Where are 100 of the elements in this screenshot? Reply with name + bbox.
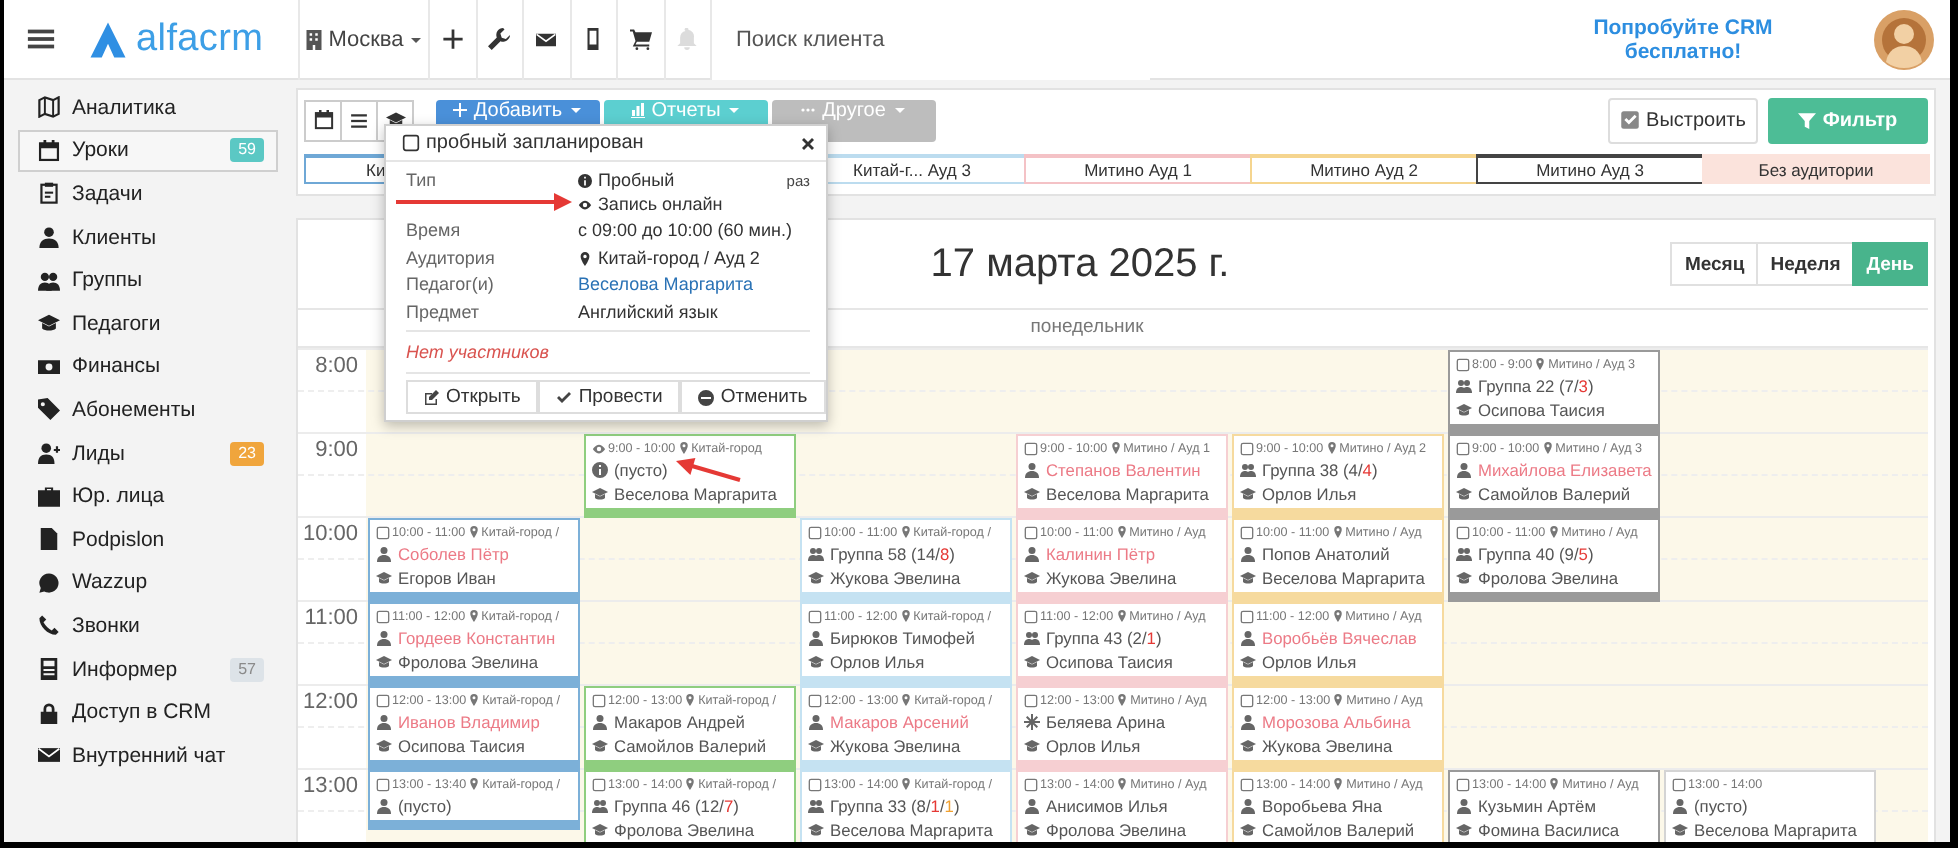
field-label: Время [406, 220, 461, 243]
checkbox[interactable] [402, 134, 420, 152]
student-name: (пусто) [614, 460, 668, 480]
close-button[interactable] [800, 135, 816, 151]
graduation-cap-icon [808, 822, 824, 838]
student-name: Калинин Пётр [1046, 544, 1156, 564]
teacher-name: Жукова Эвелина [1262, 736, 1393, 756]
lock-icon [38, 701, 60, 724]
view-tab[interactable]: Неделя [1756, 242, 1855, 286]
calendar-view-button[interactable] [304, 99, 342, 141]
pin-icon [1116, 778, 1129, 790]
graduation-cap-icon [592, 822, 608, 838]
info-icon [578, 174, 592, 189]
sidebar-item[interactable]: Внутренний чат [8, 733, 278, 777]
student-name: Степанов Валентин [1046, 460, 1201, 480]
document-icon [38, 528, 60, 551]
room-tab[interactable]: Без аудитории [1702, 154, 1930, 184]
sidebar-item[interactable]: Финансы [8, 345, 278, 389]
empty-message: Нет участников [406, 340, 551, 366]
person-icon [376, 630, 392, 646]
teacher-name: Жукова Эвелина [1046, 568, 1177, 588]
person-icon [1456, 798, 1472, 814]
sidebar-item[interactable]: Звонки [8, 604, 278, 648]
pin-icon [1541, 442, 1554, 454]
pin-icon [899, 610, 912, 622]
arrange-button[interactable]: Выстроить [1608, 97, 1758, 143]
menu-icon [25, 24, 55, 54]
view-tab[interactable]: Месяц [1670, 242, 1759, 286]
chat-bubble-icon [38, 571, 60, 594]
sidebar-item[interactable]: Задачи [8, 172, 278, 216]
sidebar-item[interactable]: Юр. лица [8, 474, 278, 518]
student-name: Беляева Арина [1046, 712, 1165, 732]
sidebar-item[interactable]: Группы [8, 258, 278, 302]
sidebar-item[interactable]: Доступ в CRM [8, 690, 278, 734]
sidebar-item[interactable]: Аналитика [8, 86, 278, 130]
student-name: Макаров Арсений [830, 712, 969, 732]
list-view-button[interactable] [340, 99, 378, 141]
group-name: Группа 38 (4/4) [1262, 460, 1378, 480]
student-name: Воробьёв Вячеслав [1262, 628, 1417, 648]
avatar[interactable] [1874, 9, 1934, 69]
sidebar-item[interactable]: Wazzup [8, 561, 278, 605]
sidebar-item[interactable]: Уроки 59 [18, 129, 278, 173]
pin-icon [1331, 610, 1344, 622]
pin-icon [467, 526, 480, 538]
city-selector[interactable]: Москва [298, 0, 428, 79]
person-icon [38, 226, 60, 249]
hour-label: 10:00 [300, 520, 360, 546]
sidebar-item[interactable]: Лиды 23 [8, 431, 278, 475]
person-icon [1240, 630, 1256, 646]
group-name: Группа 58 (14/8) [830, 544, 955, 564]
teacher-name: Фролова Эвелина [1478, 568, 1619, 588]
sidebar-item[interactable]: Podpislon [8, 517, 278, 562]
hour-label: 13:00 [300, 772, 360, 798]
teacher-link[interactable]: Веселова Маргарита [578, 274, 754, 297]
sidebar-item[interactable]: Абонементы [8, 388, 278, 432]
person-icon [1672, 798, 1688, 814]
sidebar-item[interactable]: Информер 57 [8, 647, 278, 691]
clipboard-icon [38, 182, 60, 205]
student-name: Иванов Владимир [398, 712, 540, 732]
pin-icon [900, 778, 913, 790]
person-icon [1240, 714, 1256, 730]
pin-icon [1116, 694, 1129, 706]
popup-button[interactable]: Открыть [406, 380, 539, 414]
sidebar-item[interactable]: Педагоги [8, 301, 278, 346]
graduation-cap-icon [808, 654, 824, 670]
person-icon [376, 798, 392, 814]
sidebar-item[interactable]: Клиенты [8, 215, 278, 259]
graduation-cap-icon [376, 654, 392, 670]
popup-button[interactable]: Отменить [680, 380, 826, 414]
teacher-name: Фролова Эвелина [398, 652, 539, 672]
person-icon [808, 714, 824, 730]
graduation-cap-icon [592, 486, 608, 502]
teacher-name: Осипова Таисия [398, 736, 525, 756]
graduation-cap-icon [1024, 570, 1040, 586]
person-icon [1240, 798, 1256, 814]
pin-icon [1115, 610, 1128, 622]
teacher-name: Фролова Эвелина [1046, 820, 1187, 840]
teacher-name: Фролова Эвелина [614, 820, 755, 840]
student-name: Соболев Пётр [398, 544, 509, 564]
pin-icon [1534, 358, 1547, 370]
teacher-name: Веселова Маргарита [1262, 568, 1425, 588]
person-icon [592, 714, 608, 730]
pin-icon [1331, 526, 1344, 538]
student-name: Анисимов Илья [1046, 796, 1168, 816]
popup-button[interactable]: Провести [538, 380, 681, 414]
graduation-cap-icon [1024, 486, 1040, 502]
pin-icon [1547, 526, 1560, 538]
teacher-name: Жукова Эвелина [830, 736, 961, 756]
room-tab[interactable]: Митино Ауд 2 [1250, 154, 1478, 184]
search-field[interactable]: Поиск клиента [710, 0, 1150, 79]
teacher-name: Веселова Маргарита [1046, 484, 1209, 504]
cart-icon [629, 28, 652, 50]
count-badge: 59 [230, 138, 264, 163]
pin-icon [684, 778, 697, 790]
room-tab[interactable]: Митино Ауд 1 [1024, 154, 1252, 184]
student-name: Морозова Альбина [1262, 712, 1411, 732]
teacher-name: Осипова Таисия [1478, 400, 1605, 420]
pin-icon [1332, 778, 1345, 790]
graduation-cap-icon [376, 738, 392, 754]
plus-icon [451, 101, 468, 117]
